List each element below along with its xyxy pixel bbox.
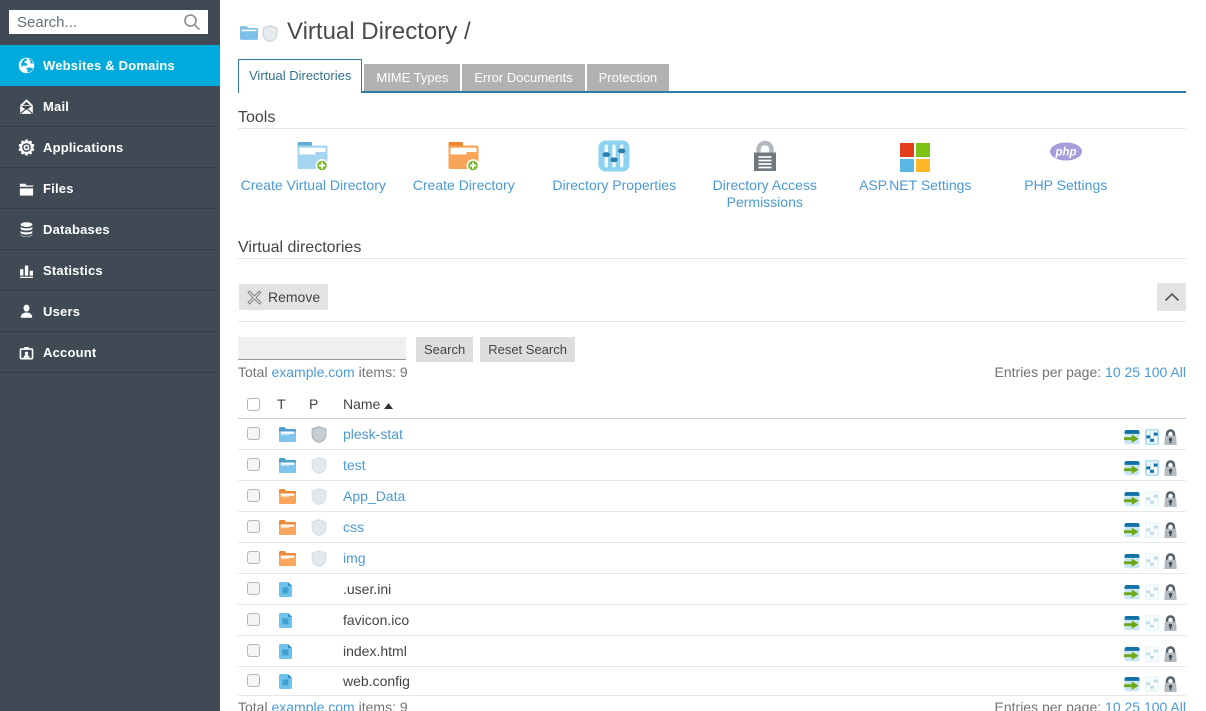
svg-text:php: php (1054, 147, 1076, 159)
